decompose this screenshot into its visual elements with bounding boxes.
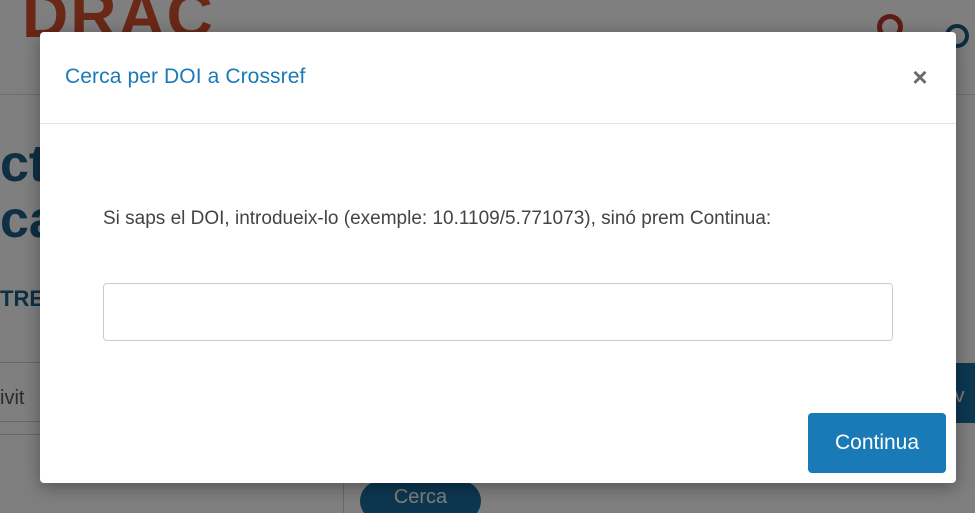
dialog-title: Cerca per DOI a Crossref <box>65 65 306 88</box>
close-icon[interactable]: × <box>900 60 940 94</box>
dialog-instructions: Si saps el DOI, introdueix-lo (exemple: … <box>103 208 772 229</box>
doi-input[interactable] <box>103 283 893 341</box>
doi-search-dialog: Cerca per DOI a Crossref × Si saps el DO… <box>40 32 956 483</box>
continue-button[interactable]: Continua <box>808 413 946 473</box>
dialog-header: Cerca per DOI a Crossref × <box>40 32 956 124</box>
